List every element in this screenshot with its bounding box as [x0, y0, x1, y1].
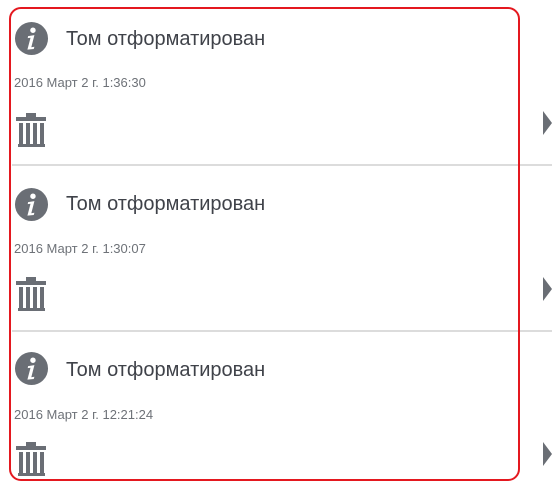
chevron-right-icon[interactable]	[543, 442, 552, 466]
event-timestamp: 2016 Март 2 г. 12:21:24	[14, 407, 154, 422]
event-title: Том отформатирован	[66, 359, 266, 381]
chevron-right-icon[interactable]	[543, 111, 552, 135]
list-item[interactable]: Том отформатирован 2016 Март 2 г. 1:36:3…	[0, 0, 552, 166]
event-timestamp: 2016 Март 2 г. 1:36:30	[14, 75, 146, 90]
list-item[interactable]: Том отформатирован 2016 Март 2 г. 1:30:0…	[0, 166, 552, 332]
trash-icon[interactable]	[16, 277, 46, 311]
trash-icon[interactable]	[16, 113, 46, 147]
info-icon	[14, 21, 49, 56]
event-list: Том отформатирован 2016 Март 2 г. 1:36:3…	[0, 0, 552, 484]
info-icon	[14, 351, 49, 386]
event-title: Том отформатирован	[66, 28, 266, 50]
list-item[interactable]: Том отформатирован 2016 Март 2 г. 12:21:…	[0, 332, 552, 498]
chevron-right-icon[interactable]	[543, 277, 552, 301]
event-title: Том отформатирован	[66, 193, 266, 215]
info-icon	[14, 187, 49, 222]
trash-icon[interactable]	[16, 442, 46, 476]
event-timestamp: 2016 Март 2 г. 1:30:07	[14, 241, 146, 256]
